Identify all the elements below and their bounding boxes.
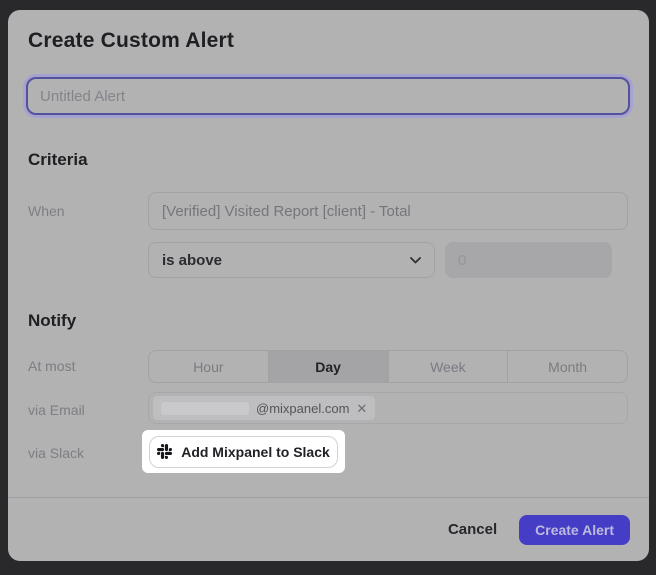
email-recipients-input[interactable]: @mixpanel.com ✕	[148, 392, 628, 424]
at-most-label: At most	[28, 359, 75, 373]
frequency-option-day[interactable]: Day	[268, 351, 388, 382]
remove-email-icon[interactable]: ✕	[356, 402, 367, 415]
frequency-segmented-control: Hour Day Week Month	[148, 350, 628, 383]
redacted-email-name	[161, 402, 249, 415]
via-email-label: via Email	[28, 403, 85, 417]
frequency-option-hour[interactable]: Hour	[149, 351, 268, 382]
slack-spotlight-highlight: Add Mixpanel to Slack	[142, 430, 345, 473]
operator-selected-value: is above	[162, 252, 222, 269]
slack-icon	[157, 444, 172, 459]
cancel-button[interactable]: Cancel	[448, 521, 497, 538]
via-slack-label: via Slack	[28, 446, 84, 460]
when-label: When	[28, 204, 65, 218]
criteria-heading: Criteria	[28, 150, 88, 170]
create-alert-button[interactable]: Create Alert	[519, 515, 630, 545]
slack-button-label: Add Mixpanel to Slack	[181, 444, 330, 460]
dialog-footer: Cancel Create Alert	[8, 497, 649, 561]
notify-heading: Notify	[28, 311, 76, 331]
create-custom-alert-dialog: Create Custom Alert Criteria When is abo…	[8, 10, 649, 561]
email-chip: @mixpanel.com ✕	[153, 396, 375, 420]
alert-metric-input[interactable]	[148, 192, 628, 230]
alert-name-input[interactable]	[26, 77, 630, 115]
frequency-option-week[interactable]: Week	[388, 351, 508, 382]
operator-select[interactable]: is above	[148, 242, 435, 278]
email-domain-text: @mixpanel.com	[256, 401, 349, 416]
chevron-down-icon	[410, 251, 421, 269]
add-mixpanel-to-slack-button[interactable]: Add Mixpanel to Slack	[149, 436, 338, 468]
dialog-title: Create Custom Alert	[28, 29, 234, 53]
threshold-input[interactable]	[445, 242, 612, 278]
frequency-option-month[interactable]: Month	[507, 351, 627, 382]
